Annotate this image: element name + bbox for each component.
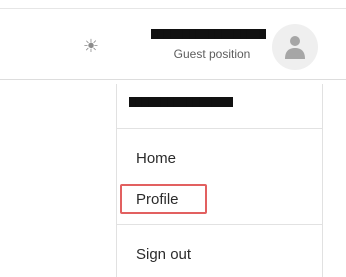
user-dropdown-menu: █████████████ Home Profile Sign out xyxy=(116,84,323,277)
user-summary[interactable]: ████████████████████ Guest position xyxy=(148,27,268,65)
menu-item-sign-out[interactable]: Sign out xyxy=(118,240,321,270)
menu-header: █████████████ xyxy=(117,84,322,128)
menu-item-profile[interactable]: Profile xyxy=(118,184,321,215)
menu-divider-bottom xyxy=(117,224,322,225)
user-name: ████████████████████ xyxy=(151,29,266,39)
menu-user-name: █████████████ xyxy=(129,97,233,107)
user-role: Guest position xyxy=(173,47,251,61)
avatar-button[interactable] xyxy=(272,24,318,70)
menu-item-home[interactable]: Home xyxy=(118,144,321,174)
header-divider xyxy=(0,79,346,80)
screen: ☀ ████████████████████ Guest position ██… xyxy=(0,0,346,277)
user-icon xyxy=(285,36,305,59)
menu-divider-top xyxy=(117,128,322,129)
sun-icon[interactable]: ☀ xyxy=(80,35,102,57)
